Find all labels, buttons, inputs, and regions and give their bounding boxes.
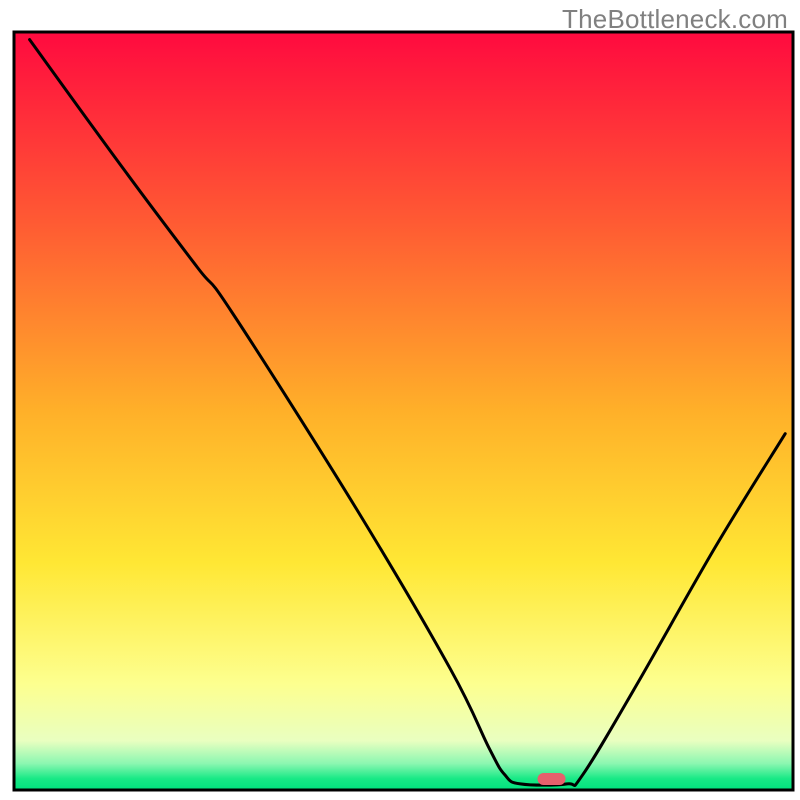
watermark-text: TheBottleneck.com xyxy=(562,4,788,35)
chart-stage: TheBottleneck.com xyxy=(0,0,800,800)
optimal-point-marker xyxy=(538,773,566,785)
gradient-background xyxy=(14,32,793,790)
bottleneck-curve-chart xyxy=(0,0,800,800)
